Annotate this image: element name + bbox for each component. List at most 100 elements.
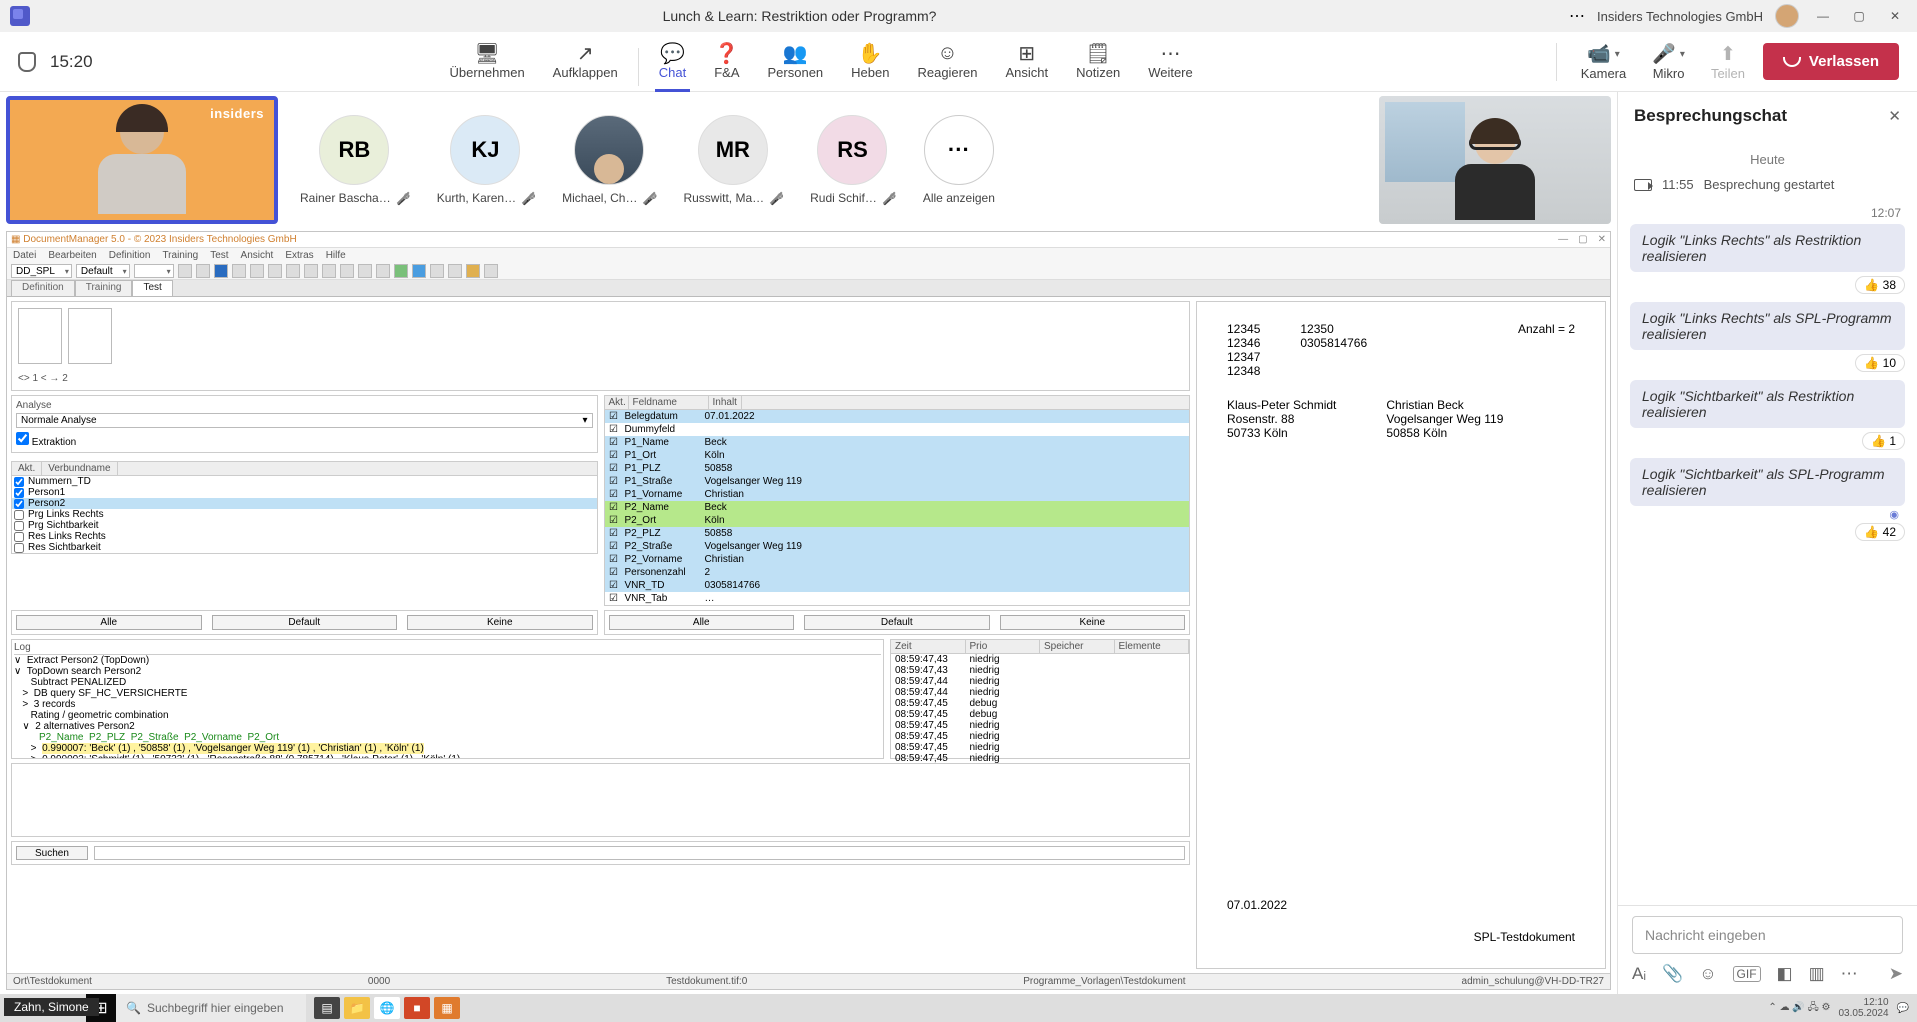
mikro-toggle[interactable]: 🎤▾Mikro [1644,42,1693,81]
chat-message[interactable]: Logik "Sichtbarkeit" als SPL-Programm re… [1630,458,1905,506]
teilen-button[interactable]: ⬆Teilen [1703,43,1753,81]
dropdown-empty[interactable] [134,264,174,278]
field-row[interactable]: ☑P1_PLZ50858 [605,462,1190,475]
toolbar-icon[interactable] [448,264,462,278]
stream-icon[interactable]: ▥ [1809,964,1825,984]
reagieren-button[interactable]: ☺Reagieren [903,37,991,86]
reaction-chip[interactable]: 👍 42 [1630,523,1905,541]
attach-icon[interactable]: 📎 [1662,964,1683,984]
toolbar-icon[interactable] [286,264,300,278]
default-button[interactable]: Default [212,615,398,630]
app-maximize[interactable]: ▢ [1578,234,1587,245]
tab-training[interactable]: Training [75,280,133,296]
field-row[interactable]: ☑P2_StraßeVogelsanger Weg 119 [605,540,1190,553]
toolbar-icon[interactable] [394,264,408,278]
compound-checkbox[interactable] [14,510,24,520]
participant-chip[interactable]: MRRusswitt, Ma… [683,115,782,205]
participant-video-tile[interactable] [1379,96,1611,224]
verlassen-button[interactable]: Verlassen [1763,43,1899,80]
app-menubar[interactable]: DateiBearbeitenDefinitionTrainingTestAns… [7,248,1610,262]
maximize-button[interactable]: ▢ [1847,4,1871,28]
compound-row[interactable]: Nummern_TD [12,476,597,487]
weitere-button[interactable]: ⋯Weitere [1134,37,1207,86]
keine-button[interactable]: Keine [1000,615,1186,630]
show-all-participants[interactable]: ···Alle anzeigen [923,115,995,205]
more-icon[interactable]: ⋯ [1569,6,1585,26]
minimize-button[interactable]: — [1811,4,1835,28]
close-chat-icon[interactable]: ✕ [1888,107,1901,125]
compound-row[interactable]: Person2 [12,498,597,509]
participant-chip[interactable]: KJKurth, Karen… [437,115,534,205]
compound-row[interactable]: Prg Sichtbarkeit [12,520,597,531]
chat-input[interactable]: Nachricht eingeben [1632,916,1903,954]
toolbar-icon[interactable] [250,264,264,278]
suchen-button[interactable]: Suchen [16,846,88,860]
field-row[interactable]: ☑Belegdatum07.01.2022 [605,410,1190,423]
alle-button[interactable]: Alle [609,615,795,630]
field-row[interactable]: ☑P1_StraßeVogelsanger Weg 119 [605,475,1190,488]
page-thumbnail[interactable] [68,308,112,364]
taskbar-search[interactable]: 🔍 Suchbegriff hier eingeben [116,994,306,1022]
taskbar-app[interactable]: 📁 [344,997,370,1019]
default-button[interactable]: Default [804,615,990,630]
app-tabs[interactable]: DefinitionTrainingTest [7,280,1610,296]
menu-item[interactable]: Ansicht [241,250,274,261]
tab-definition[interactable]: Definition [11,280,75,296]
menu-item[interactable]: Definition [109,250,151,261]
app-minimize[interactable]: — [1558,234,1568,245]
reaction-chip[interactable]: 👍 1 [1630,432,1905,450]
compound-row[interactable]: Prg Links Rechts [12,509,597,520]
tab-test[interactable]: Test [132,280,172,296]
reaction-chip[interactable]: 👍 10 [1630,354,1905,372]
analyse-mode-select[interactable]: Normale Analyse▾ [16,413,593,428]
chat-message[interactable]: Logik "Sichtbarkeit" als Restriktion rea… [1630,380,1905,428]
close-button[interactable]: ✕ [1883,4,1907,28]
toolbar-icon[interactable] [268,264,282,278]
compound-checkbox[interactable] [14,532,24,542]
compound-checkbox[interactable] [14,477,24,487]
chat-button[interactable]: 💬Chat [645,37,700,86]
send-icon[interactable]: ➤ [1889,964,1903,984]
toolbar-icon[interactable] [232,264,246,278]
menu-item[interactable]: Extras [285,250,313,261]
system-tray[interactable]: ⌃ ☁ 🔊 🖧 ⚙ 12:1003.05.2024 💬 [1760,997,1917,1019]
chevron-down-icon[interactable]: ▾ [1615,49,1620,60]
page-thumbnail[interactable] [18,308,62,364]
compound-checkbox[interactable] [14,488,24,498]
toolbar-icon[interactable] [358,264,372,278]
dropdown-dd-spl[interactable]: DD_SPL [11,264,72,278]
field-row[interactable]: ☑VNR_Tab… [605,592,1190,605]
toolbar-icon[interactable] [178,264,192,278]
avatar[interactable] [1775,4,1799,28]
ansicht-button[interactable]: ⊞Ansicht [991,37,1062,86]
more-compose-icon[interactable]: ⋯ [1841,964,1858,984]
document-preview[interactable]: 12345123461234712348 123500305814766 Anz… [1196,301,1606,969]
notizen-button[interactable]: 🗒Notizen [1062,37,1134,86]
thumbnail-nav[interactable]: <> 1 < → 2 [18,373,1183,384]
active-speaker-tile[interactable]: insiders [6,96,278,224]
fa-button[interactable]: ❓F&A [700,37,753,86]
uebernehmen-button[interactable]: 🖥Übernehmen [436,37,539,86]
menu-item[interactable]: Datei [13,250,36,261]
chevron-down-icon[interactable]: ▾ [1680,49,1685,60]
toolbar-icon[interactable] [412,264,426,278]
app-toolbar[interactable]: DD_SPL Default [7,262,1610,280]
log-panel[interactable]: Log ∨ Extract Person2 (TopDown)∨ TopDown… [11,639,884,759]
format-icon[interactable]: Aᵢ [1632,964,1646,984]
menu-item[interactable]: Bearbeiten [48,250,96,261]
emoji-icon[interactable]: ☺ [1699,964,1716,984]
toolbar-icon[interactable] [430,264,444,278]
search-field[interactable] [94,846,1185,860]
participant-chip[interactable]: Michael, Ch… [562,115,655,205]
heben-button[interactable]: ✋Heben [837,37,903,86]
toolbar-icon[interactable] [340,264,354,278]
toolbar-icon[interactable] [214,264,228,278]
compound-row[interactable]: Person1 [12,487,597,498]
compound-row[interactable]: Res Sichtbarkeit [12,542,597,553]
field-row[interactable]: ☑VNR_TD0305814766 [605,579,1190,592]
toolbar-icon[interactable] [304,264,318,278]
taskbar-app[interactable]: 🌐 [374,997,400,1019]
toolbar-icon[interactable] [322,264,336,278]
field-row[interactable]: ☑P1_VornameChristian [605,488,1190,501]
taskbar-app[interactable]: ▦ [434,997,460,1019]
